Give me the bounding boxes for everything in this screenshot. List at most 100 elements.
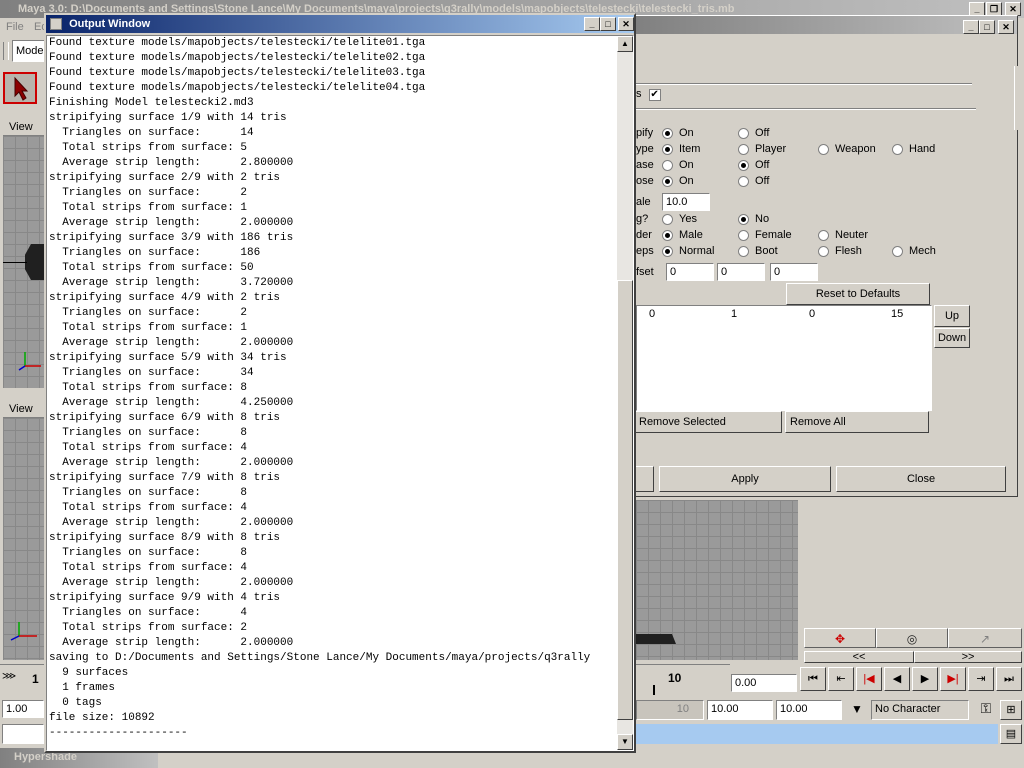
output-minimize-button[interactable]: _ <box>584 17 600 31</box>
range-start-slot[interactable]: 10 <box>636 700 704 720</box>
output-close-button[interactable]: ✕ <box>618 17 634 31</box>
command-input[interactable] <box>2 724 44 744</box>
radio-button-icon[interactable] <box>738 159 749 171</box>
radio-button-icon[interactable] <box>738 245 749 257</box>
key-icon[interactable]: ⚿ <box>974 700 998 720</box>
output-maximize-button[interactable]: □ <box>600 17 616 31</box>
radio-option[interactable]: Yes <box>662 213 697 225</box>
radio-button-icon[interactable] <box>738 143 749 155</box>
frame-field[interactable]: 1.00 <box>2 700 44 718</box>
offset-y-field[interactable]: 0 <box>717 263 765 281</box>
menu-file[interactable]: File <box>6 21 24 33</box>
radio-option[interactable]: Male <box>662 229 703 241</box>
radio-option[interactable]: Off <box>738 159 769 171</box>
options-minimize-button[interactable]: _ <box>963 20 979 34</box>
radio-option[interactable]: On <box>662 159 694 171</box>
radio-option[interactable]: On <box>662 127 694 139</box>
preferences-icon[interactable]: ⊞ <box>1000 700 1022 720</box>
radio-button-icon[interactable] <box>892 245 903 257</box>
move-down-button[interactable]: Down <box>934 328 970 348</box>
options-maximize-button[interactable]: □ <box>979 20 995 34</box>
radio-option[interactable]: Flesh <box>818 245 862 257</box>
offset-x-field[interactable]: 0 <box>666 263 714 281</box>
go-to-start-icon[interactable]: ⏮ <box>800 667 826 691</box>
apply-button[interactable]: Apply <box>659 466 831 492</box>
scroll-thumb[interactable] <box>617 280 633 720</box>
radio-button-icon[interactable] <box>738 213 749 225</box>
move-tool-icon[interactable]: ✥ <box>804 628 876 648</box>
radio-option[interactable]: No <box>738 213 769 225</box>
scroll-down-arrow-icon[interactable]: ▼ <box>617 734 633 750</box>
remove-all-button[interactable]: Remove All <box>785 411 929 433</box>
step-back-icon[interactable]: |◀ <box>856 667 882 691</box>
radio-option[interactable]: Neuter <box>818 229 868 241</box>
radio-option[interactable]: On <box>662 175 694 187</box>
frames-list[interactable]: 0 1 0 15 <box>636 305 932 411</box>
scroll-up-arrow-icon[interactable]: ▲ <box>617 36 633 52</box>
current-time-field[interactable]: 0.00 <box>731 674 797 692</box>
radio-option[interactable]: Hand <box>892 143 935 155</box>
radio-button-icon[interactable] <box>662 175 673 187</box>
radio-button-icon[interactable] <box>738 229 749 241</box>
radio-button-icon[interactable] <box>892 143 903 155</box>
select-tool-button[interactable] <box>3 72 37 104</box>
options-left-button[interactable] <box>634 466 654 492</box>
radio-button-icon[interactable] <box>662 127 673 139</box>
radio-button-icon[interactable] <box>818 245 829 257</box>
viewport-top[interactable]: View <box>3 118 45 388</box>
viewport-bottom[interactable]: View <box>3 400 45 660</box>
radio-button-icon[interactable] <box>738 175 749 187</box>
viewport-persp[interactable] <box>636 500 798 660</box>
radio-button-icon[interactable] <box>662 213 673 225</box>
radio-option[interactable]: Off <box>738 127 769 139</box>
radio-button-icon[interactable] <box>662 143 673 155</box>
character-set-field[interactable]: No Character <box>871 700 969 720</box>
range-end-field[interactable]: 10.00 <box>776 700 842 720</box>
radio-button-icon[interactable] <box>818 143 829 155</box>
options-scrollbar[interactable] <box>1014 66 1020 130</box>
radio-option[interactable]: Weapon <box>818 143 876 155</box>
radio-option[interactable]: Player <box>738 143 786 155</box>
remove-selected-button[interactable]: Remove Selected <box>634 411 782 433</box>
list-item[interactable]: 0 1 0 15 <box>637 308 931 322</box>
play-forward-icon[interactable]: ▶ <box>912 667 938 691</box>
radio-button-icon[interactable] <box>662 229 673 241</box>
shelf-handle[interactable] <box>3 42 9 60</box>
options-checkbox[interactable]: ✔ <box>648 89 661 101</box>
step-forward-key-icon[interactable]: ⇥ <box>968 667 994 691</box>
go-to-end-icon[interactable]: ⏭ <box>996 667 1022 691</box>
radio-option[interactable]: Boot <box>738 245 778 257</box>
move-up-button[interactable]: Up <box>934 305 970 327</box>
radio-button-icon[interactable] <box>818 229 829 241</box>
rotate-tool-icon[interactable]: ◎ <box>876 628 948 648</box>
output-scrollbar[interactable]: ▲ ▼ <box>617 36 633 750</box>
timeline-toggle-icon[interactable]: ⋙ <box>2 671 16 691</box>
radio-option[interactable]: Female <box>738 229 792 241</box>
output-text-area[interactable]: Found texture models/mapobjects/telestec… <box>46 35 634 751</box>
play-backward-icon[interactable]: ◀ <box>884 667 910 691</box>
maya-close-button[interactable]: ✕ <box>1005 2 1021 16</box>
mode-dropdown[interactable]: Mode <box>12 40 46 62</box>
radio-option[interactable]: Normal <box>662 245 714 257</box>
radio-button-icon[interactable] <box>662 159 673 171</box>
step-back-key-icon[interactable]: ⇤ <box>828 667 854 691</box>
reset-defaults-button[interactable]: Reset to Defaults <box>786 283 930 305</box>
scroll-left-button[interactable]: << <box>804 651 914 663</box>
scroll-right-button[interactable]: >> <box>914 651 1022 663</box>
script-editor-button[interactable]: ▤ <box>1000 724 1022 744</box>
radio-option[interactable]: Mech <box>892 245 936 257</box>
scale-field[interactable]: 10.0 <box>662 193 710 211</box>
maya-restore-button[interactable]: ❐ <box>986 2 1002 16</box>
scale-tool-icon[interactable]: ↗ <box>948 628 1022 648</box>
maya-minimize-button[interactable]: _ <box>969 2 985 16</box>
character-dropdown-icon[interactable]: ▼ <box>846 702 868 720</box>
radio-button-icon[interactable] <box>738 127 749 139</box>
step-forward-icon[interactable]: ▶| <box>940 667 966 691</box>
close-button[interactable]: Close <box>836 466 1006 492</box>
options-close-button[interactable]: ✕ <box>998 20 1014 34</box>
range-start-field[interactable]: 10.00 <box>707 700 773 720</box>
radio-button-icon[interactable] <box>662 245 673 257</box>
offset-z-field[interactable]: 0 <box>770 263 818 281</box>
radio-option[interactable]: Item <box>662 143 700 155</box>
radio-option[interactable]: Off <box>738 175 769 187</box>
